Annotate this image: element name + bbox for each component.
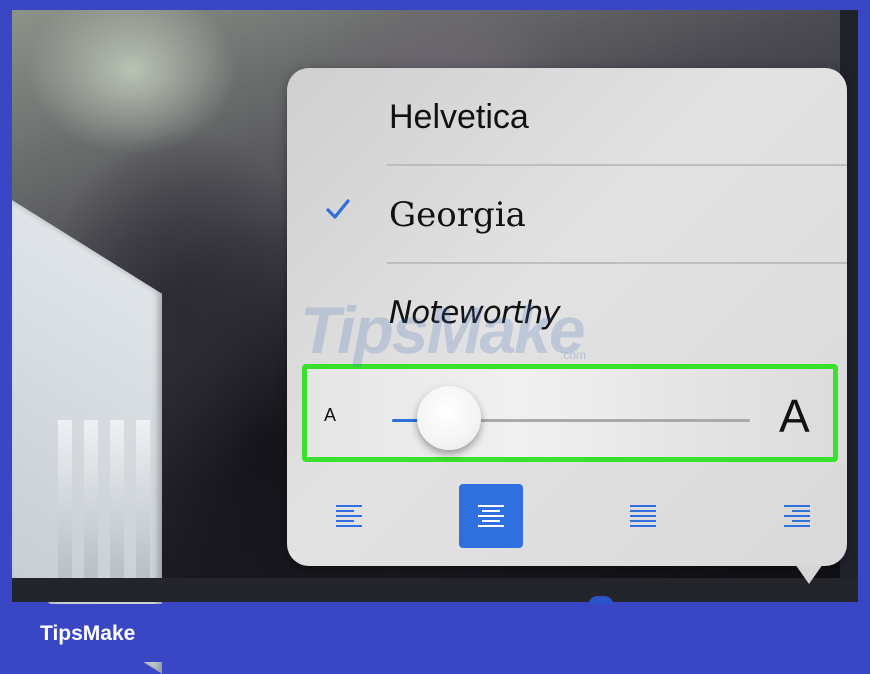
railing-slat: [84, 420, 98, 580]
railing-slat: [58, 420, 72, 580]
checkmark-icon: [326, 199, 350, 219]
font-option-label: Helvetica: [389, 98, 529, 136]
align-justify-button[interactable]: [611, 484, 675, 548]
large-text-label: A: [779, 390, 810, 442]
text-size-control: A A: [302, 364, 838, 462]
toolbar-bottom: [12, 578, 858, 602]
align-right-button[interactable]: [765, 484, 829, 548]
font-option-label: Georgia: [389, 195, 526, 235]
align-left-button[interactable]: [317, 484, 381, 548]
font-option-georgia[interactable]: Georgia: [287, 166, 847, 264]
font-settings-popover: Helvetica Georgia Noteworthy A A: [287, 68, 847, 584]
small-text-label: A: [324, 405, 337, 425]
font-option-label: Noteworthy: [389, 295, 561, 331]
font-option-noteworthy[interactable]: Noteworthy: [287, 264, 847, 362]
align-right-icon: [784, 505, 810, 527]
railing-slat: [110, 420, 124, 580]
align-left-icon: [336, 505, 362, 527]
align-center-button[interactable]: [459, 484, 523, 548]
slider-thumb[interactable]: [417, 386, 482, 450]
popover-arrow: [795, 564, 823, 584]
railing-slat: [136, 420, 150, 580]
footer-bar: TipsMake: [0, 604, 870, 662]
footer-brand: TipsMake: [40, 622, 136, 645]
align-center-icon: [478, 505, 504, 527]
font-option-helvetica[interactable]: Helvetica: [287, 68, 847, 166]
align-justify-icon: [630, 505, 656, 527]
